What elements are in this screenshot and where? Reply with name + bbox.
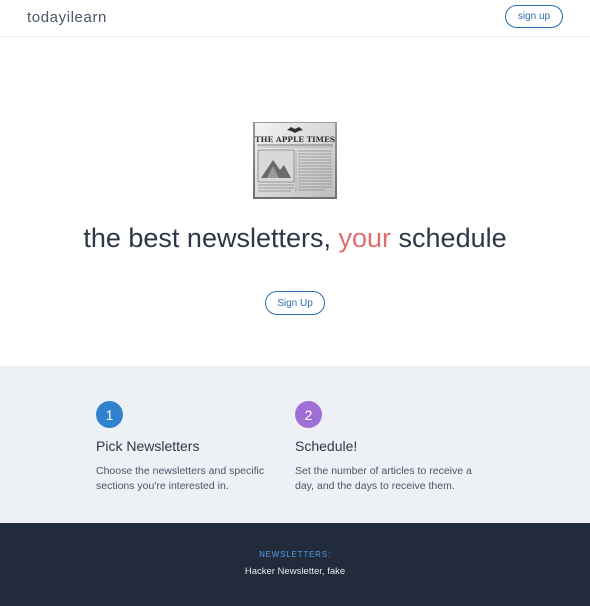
feature-title: Schedule! xyxy=(295,438,358,454)
header: todayilearn sign up xyxy=(0,0,590,37)
hero-signup-button[interactable]: Sign Up xyxy=(265,291,325,315)
brand-logo[interactable]: todayilearn xyxy=(27,9,107,26)
footer-newsletter-list: Hacker Newsletter, fake xyxy=(244,566,346,577)
hero-headline: the best newsletters, your schedule xyxy=(0,223,590,254)
step-number-badge: 1 xyxy=(96,401,123,428)
feature-title: Pick Newsletters xyxy=(96,438,200,454)
newspaper-icon: THE APPLE TIMES xyxy=(253,122,337,199)
svg-text:THE APPLE TIMES: THE APPLE TIMES xyxy=(255,135,335,144)
feature-description: Choose the newsletters and specific sect… xyxy=(96,465,265,492)
step-number-badge: 2 xyxy=(295,401,322,428)
feature-pick-newsletters: 1 Pick Newsletters Choose the newsletter… xyxy=(96,401,276,494)
header-signup-button[interactable]: sign up xyxy=(505,5,563,28)
footer-label: NEWSLETTERS: xyxy=(259,550,331,559)
features-section: 1 Pick Newsletters Choose the newsletter… xyxy=(0,366,590,523)
hero-section: THE APPLE TIMES the best newsletters, yo… xyxy=(0,37,590,366)
headline-text-start: the best newsletters, xyxy=(83,223,339,253)
headline-accent: your xyxy=(338,223,392,253)
headline-text-end: schedule xyxy=(391,223,507,253)
feature-description: Set the number of articles to receive a … xyxy=(295,465,472,492)
feature-schedule: 2 Schedule! Set the number of articles t… xyxy=(295,401,475,494)
footer: NEWSLETTERS: Hacker Newsletter, fake xyxy=(0,523,590,606)
